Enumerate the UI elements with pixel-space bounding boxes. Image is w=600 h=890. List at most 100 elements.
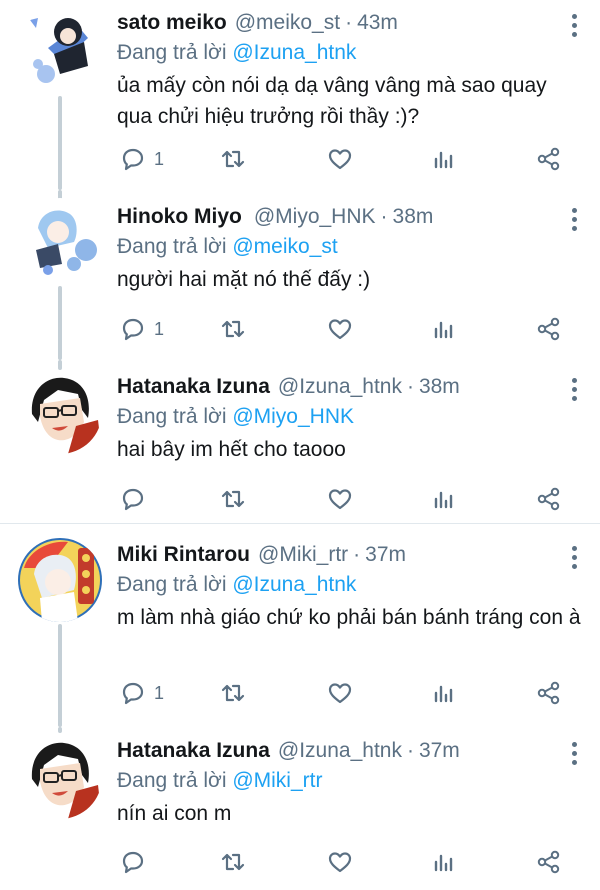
thread-line xyxy=(58,96,62,190)
analytics-icon xyxy=(434,491,453,509)
author-handle[interactable]: @Miyo_HNK xyxy=(254,205,376,229)
replying-to-handle[interactable]: @meiko_st xyxy=(232,235,337,258)
avatar[interactable] xyxy=(18,735,102,819)
share-icon xyxy=(537,850,560,874)
retweet-button[interactable] xyxy=(219,845,247,879)
tweet[interactable]: Hatanaka Izuna @Izuna_htnk · 38m Đang tr… xyxy=(0,360,600,523)
share-button[interactable] xyxy=(535,482,563,516)
more-options-icon[interactable] xyxy=(564,208,584,232)
replying-to-label: Đang trả lời xyxy=(117,573,227,596)
avatar[interactable] xyxy=(18,370,102,454)
analytics-button[interactable] xyxy=(430,676,458,710)
reply-icon xyxy=(122,851,144,874)
more-options-icon[interactable] xyxy=(564,14,584,38)
separator-dot: · xyxy=(353,543,361,566)
reply-button[interactable]: 1 xyxy=(119,676,164,710)
analytics-icon xyxy=(434,151,453,169)
tweet-actions: 1 xyxy=(117,312,577,346)
retweet-icon xyxy=(221,490,245,508)
tweet-actions: 1 xyxy=(117,142,577,176)
like-button[interactable] xyxy=(326,676,354,710)
replying-to-handle[interactable]: @Miyo_HNK xyxy=(232,405,354,428)
share-button[interactable] xyxy=(535,676,563,710)
tweet-header: sato meiko @meiko_st · 43m xyxy=(117,8,586,38)
timestamp[interactable]: 38m xyxy=(419,375,460,399)
tweet[interactable]: Miki Rintarou @Miki_rtr · 37m Đang trả l… xyxy=(0,524,600,727)
replying-to-label: Đang trả lời xyxy=(117,769,227,792)
tweet[interactable]: Hinoko Miyo @Miyo_HNK · 38m Đang trả lời… xyxy=(0,190,600,360)
tweet-header: Hatanaka Izuna @Izuna_htnk · 38m xyxy=(117,372,586,402)
like-icon xyxy=(328,319,352,340)
thread-line xyxy=(58,624,62,727)
analytics-button[interactable] xyxy=(430,845,458,879)
like-icon xyxy=(328,149,352,170)
more-options-icon[interactable] xyxy=(564,546,584,570)
reply-button[interactable] xyxy=(119,482,154,516)
avatar[interactable] xyxy=(18,538,102,622)
thread-line xyxy=(58,286,62,360)
retweet-button[interactable] xyxy=(219,482,247,516)
author-name[interactable]: Hatanaka Izuna xyxy=(117,739,270,763)
separator-dot: · xyxy=(345,11,353,34)
avatar[interactable] xyxy=(18,8,102,92)
like-button[interactable] xyxy=(326,845,354,879)
analytics-button[interactable] xyxy=(430,482,458,516)
replying-to-handle[interactable]: @Miki_rtr xyxy=(232,769,322,792)
author-name[interactable]: Miki Rintarou xyxy=(117,543,250,567)
tweet-text: m làm nhà giáo chứ ko phải bán bánh trán… xyxy=(117,606,581,629)
avatar[interactable] xyxy=(18,198,102,282)
reply-count: 1 xyxy=(154,318,165,339)
more-options-icon[interactable] xyxy=(564,378,584,402)
reply-count: 1 xyxy=(154,148,165,169)
tweet[interactable]: sato meiko @meiko_st · 43m Đang trả lời … xyxy=(0,0,600,190)
reply-icon xyxy=(122,488,144,511)
replying-to-handle[interactable]: @Izuna_htnk xyxy=(232,41,356,64)
like-button[interactable] xyxy=(326,312,354,346)
author-name[interactable]: Hatanaka Izuna xyxy=(117,375,270,399)
author-handle[interactable]: @Miki_rtr xyxy=(258,543,348,567)
retweet-button[interactable] xyxy=(219,676,247,710)
more-options-icon[interactable] xyxy=(564,742,584,766)
replying-to: Đang trả lời @Izuna_htnk xyxy=(117,38,586,68)
author-handle[interactable]: @Izuna_htnk xyxy=(278,739,402,763)
share-button[interactable] xyxy=(535,845,563,879)
author-handle[interactable]: @meiko_st xyxy=(235,11,340,35)
replying-to-handle[interactable]: @Izuna_htnk xyxy=(232,573,356,596)
analytics-button[interactable] xyxy=(430,312,458,346)
author-name[interactable]: sato meiko xyxy=(117,11,227,35)
share-icon xyxy=(537,681,560,705)
tweet[interactable]: Hatanaka Izuna @Izuna_htnk · 37m Đang tr… xyxy=(0,727,600,890)
tweet-header: Miki Rintarou @Miki_rtr · 37m xyxy=(117,540,586,570)
retweet-icon xyxy=(221,150,245,168)
timestamp[interactable]: 43m xyxy=(357,11,398,35)
like-button[interactable] xyxy=(326,482,354,516)
replying-to: Đang trả lời @meiko_st xyxy=(117,232,586,262)
author-name[interactable]: Hinoko Miyo xyxy=(117,205,242,229)
analytics-button[interactable] xyxy=(430,142,458,176)
timestamp[interactable]: 37m xyxy=(419,739,460,763)
retweet-icon xyxy=(221,684,245,702)
like-button[interactable] xyxy=(326,142,354,176)
share-button[interactable] xyxy=(535,142,563,176)
retweet-button[interactable] xyxy=(219,142,247,176)
share-icon xyxy=(537,487,560,511)
reply-button[interactable] xyxy=(119,845,154,879)
tweet-actions: 1 xyxy=(117,676,577,710)
replying-to-label: Đang trả lời xyxy=(117,41,227,64)
retweet-button[interactable] xyxy=(219,312,247,346)
reply-button[interactable]: 1 xyxy=(119,312,164,346)
like-icon xyxy=(328,683,352,704)
reply-count: 1 xyxy=(154,682,165,703)
timestamp[interactable]: 38m xyxy=(393,205,434,229)
author-handle[interactable]: @Izuna_htnk xyxy=(278,375,402,399)
tweet-text: hai bây im hết cho taooo xyxy=(117,438,346,461)
share-button[interactable] xyxy=(535,312,563,346)
retweet-icon xyxy=(221,853,245,871)
reply-icon xyxy=(122,682,144,705)
replying-to: Đang trả lời @Miki_rtr xyxy=(117,766,586,796)
timestamp[interactable]: 37m xyxy=(365,543,406,567)
like-icon xyxy=(328,489,352,510)
analytics-icon xyxy=(434,685,453,703)
tweet-actions xyxy=(117,482,577,516)
reply-button[interactable]: 1 xyxy=(119,142,164,176)
